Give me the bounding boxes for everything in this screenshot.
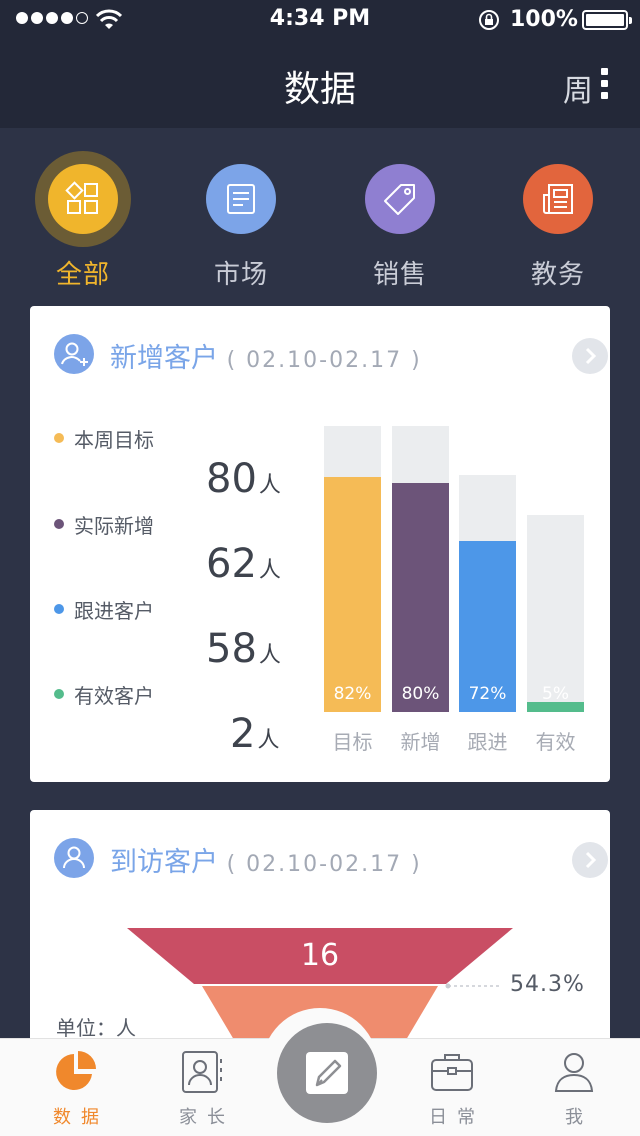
- rotation-lock-icon: [479, 10, 499, 30]
- category-market[interactable]: 市场: [186, 164, 296, 291]
- user-icon: [554, 1053, 594, 1092]
- status-bar: 4:34 PM 100%: [0, 0, 640, 40]
- conversion-rate: 54.3%: [510, 972, 585, 997]
- page-title: 数据: [283, 69, 356, 110]
- document-icon: [227, 184, 255, 214]
- card-title: 新增客户 ( 02.10-02.17 ): [110, 343, 422, 374]
- bar-track: [324, 426, 381, 712]
- category-label: 全部: [55, 260, 110, 290]
- contact-card-icon: [182, 1051, 222, 1093]
- bar-fill: [392, 483, 449, 712]
- bar-track: [527, 515, 584, 712]
- bar-value-label: 72%: [468, 684, 507, 704]
- bar-fill: [324, 477, 381, 712]
- category-label: 市场: [213, 260, 268, 290]
- battery-percent: 100%: [510, 7, 578, 32]
- date-range: ( 02.10-02.17 ): [226, 348, 422, 373]
- bar-value-label: 82%: [333, 684, 372, 704]
- bar-value-label: 5%: [542, 684, 569, 704]
- bar-category-label: 目标: [332, 730, 373, 754]
- metric-value: 2人: [230, 711, 280, 757]
- bar-track: [459, 475, 516, 712]
- newspaper-icon: [543, 184, 573, 214]
- tab-daily[interactable]: 日常: [402, 1049, 502, 1129]
- funnel-value: 16: [300, 938, 340, 973]
- category-sales[interactable]: 销售: [345, 164, 455, 291]
- metric-value: 80人: [206, 456, 281, 502]
- more-icon[interactable]: [601, 68, 611, 104]
- bar-category-label: 跟进: [467, 730, 508, 754]
- metric-value: 58人: [206, 626, 281, 672]
- nav-bar: 数据 周: [0, 40, 640, 128]
- add-user-icon: [54, 334, 94, 374]
- tab-data[interactable]: 数据: [26, 1049, 126, 1129]
- period-selector[interactable]: 周: [563, 66, 593, 110]
- tag-icon: [384, 184, 415, 215]
- category-academic[interactable]: 教务: [503, 164, 613, 291]
- briefcase-icon: [431, 1054, 473, 1091]
- chevron-right-icon[interactable]: [572, 338, 608, 374]
- category-all[interactable]: 全部: [28, 151, 138, 291]
- battery-icon: [582, 10, 632, 30]
- bar-value-label: 80%: [401, 684, 440, 704]
- category-label: 教务: [530, 260, 585, 290]
- grid-icon: [65, 181, 98, 214]
- card-header: 新增客户 ( 02.10-02.17 ): [54, 334, 608, 378]
- bar-category-label: 有效: [535, 730, 576, 754]
- compose-button[interactable]: [277, 1023, 377, 1123]
- category-tabs: 全部 市场 销售 教务: [0, 128, 640, 306]
- tab-parents[interactable]: 家长: [152, 1049, 252, 1129]
- bar-track: [392, 426, 449, 712]
- tab-me[interactable]: 我: [524, 1049, 624, 1129]
- new-customers-card: 新增客户 ( 02.10-02.17 ) 本周目标 80人 实际新增 62人 跟…: [30, 306, 610, 782]
- bar-category-label: 新增: [400, 730, 441, 754]
- unit-label: 单位：人: [56, 1016, 136, 1040]
- pie-chart-icon: [56, 1051, 96, 1090]
- metric-value: 62人: [206, 541, 281, 587]
- category-label: 销售: [372, 260, 427, 290]
- compose-icon: [306, 1052, 348, 1094]
